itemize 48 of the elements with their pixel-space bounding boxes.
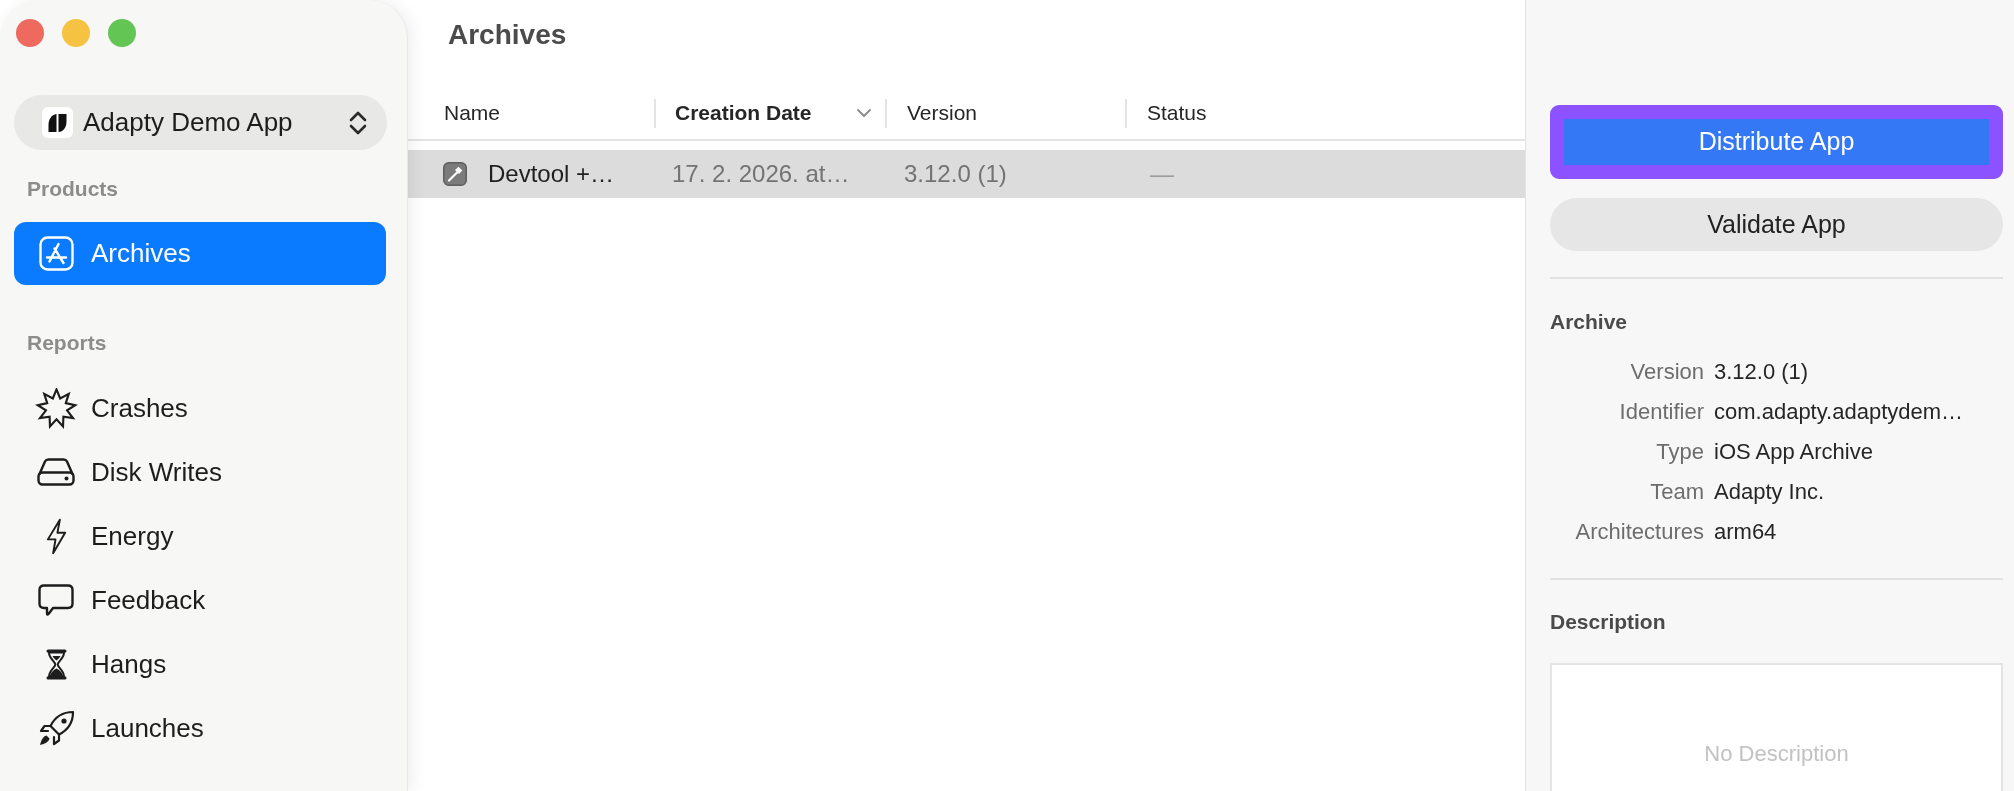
section-title: Archive [1550,309,1628,336]
field-value: arm64 [1714,519,1777,546]
letter-a-icon [38,236,74,271]
field-label: Type [1656,439,1704,466]
section-header: Reports [26,330,107,356]
chevron-up-down-icon [348,109,368,136]
description-field[interactable]: No Description [1550,663,2003,791]
table-cell: 3.12.0 (1) [904,160,1007,188]
minimize-icon[interactable] [62,19,90,47]
section-header: Products [26,176,118,202]
column-header[interactable]: Version [885,98,1125,128]
app-logo-icon [42,107,73,138]
hourglass-icon [45,648,67,680]
column-header[interactable]: Creation Date [654,98,885,128]
close-icon[interactable] [16,19,44,47]
table-cell: 17. 2. 2026. at… [672,160,850,188]
project-selector[interactable]: Adapty Demo App [14,95,387,150]
zoom-icon[interactable] [108,19,136,47]
sidebar-item[interactable]: Archives [14,222,386,285]
sidebar-item[interactable]: Hangs [14,632,386,696]
page-title: Archives [448,18,567,52]
column-header[interactable]: Name [408,98,654,128]
disk-drive-icon [36,457,76,487]
chevron-down-icon [857,109,871,117]
field-value: com.adapty.adaptydem… [1714,399,1964,426]
field-value: iOS App Archive [1714,439,1873,466]
field-label: Version [1630,359,1704,386]
hammer-icon [443,162,467,186]
section-title: Description [1550,609,1666,636]
field-label: Team [1650,479,1704,506]
table-row[interactable]: Devtool +… 17. 2. 2026. at… 3.12.0 (1) — [408,150,1525,198]
sidebar-item[interactable]: Disk Writes [14,440,386,504]
field-label: Architectures [1575,519,1704,546]
sidebar-item[interactable]: Energy [14,504,386,568]
validate-button[interactable]: Validate App [1550,197,2003,252]
sidebar-item[interactable]: Launches [14,696,386,760]
speech-bubble-icon [38,583,74,617]
lightning-bolt-icon [44,517,68,555]
table-cell: — [1150,160,1174,188]
field-label: Identifier [1619,399,1704,426]
distribute-button[interactable]: Distribute App [1550,105,2003,179]
sidebar-item[interactable]: Feedback [14,568,386,632]
starburst-icon [34,387,78,429]
sidebar-item[interactable]: Crashes [14,376,386,440]
field-value: Adapty Inc. [1714,479,1825,506]
rocket-icon [37,709,75,747]
table-cell: Devtool +… [488,160,615,188]
field-value: 3.12.0 (1) [1714,359,1809,386]
